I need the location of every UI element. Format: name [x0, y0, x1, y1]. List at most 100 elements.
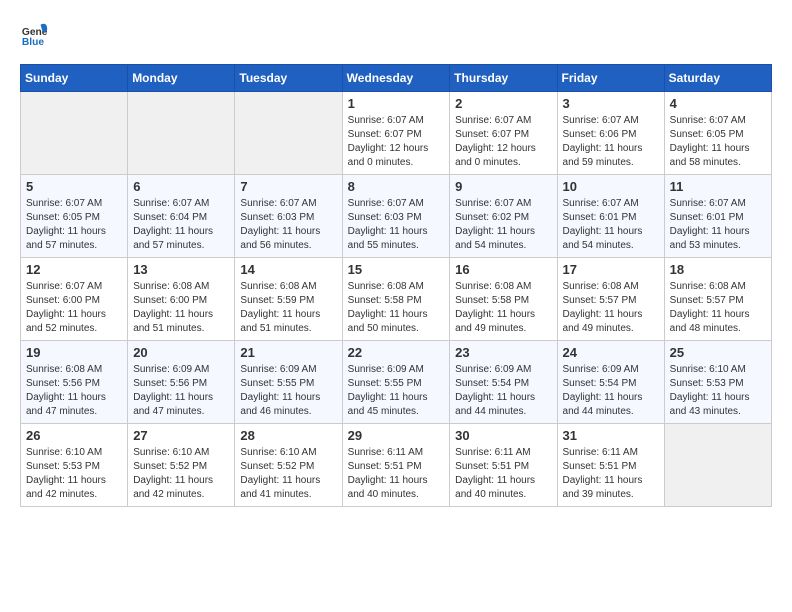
calendar-cell: 8 Sunrise: 6:07 AM Sunset: 6:03 PM Daylig… [342, 175, 450, 258]
calendar-cell [128, 92, 235, 175]
day-info: Sunrise: 6:08 AM Sunset: 5:57 PM Dayligh… [670, 280, 766, 336]
day-number: 16 [455, 262, 551, 277]
day-number: 19 [26, 345, 122, 360]
day-number: 31 [563, 428, 659, 443]
calendar-cell: 25 Sunrise: 6:10 AM Sunset: 5:53 PM Dayli… [664, 341, 771, 424]
day-info: Sunrise: 6:07 AM Sunset: 6:03 PM Dayligh… [348, 197, 445, 253]
calendar-cell: 16 Sunrise: 6:08 AM Sunset: 5:58 PM Dayli… [450, 258, 557, 341]
day-number: 9 [455, 179, 551, 194]
day-number: 8 [348, 179, 445, 194]
calendar-table: SundayMondayTuesdayWednesdayThursdayFrid… [20, 64, 772, 507]
calendar-cell: 6 Sunrise: 6:07 AM Sunset: 6:04 PM Daylig… [128, 175, 235, 258]
day-info: Sunrise: 6:07 AM Sunset: 6:00 PM Dayligh… [26, 280, 122, 336]
calendar-cell: 24 Sunrise: 6:09 AM Sunset: 5:54 PM Dayli… [557, 341, 664, 424]
day-number: 22 [348, 345, 445, 360]
calendar-cell: 18 Sunrise: 6:08 AM Sunset: 5:57 PM Dayli… [664, 258, 771, 341]
day-info: Sunrise: 6:07 AM Sunset: 6:03 PM Dayligh… [240, 197, 336, 253]
weekday-header: Thursday [450, 65, 557, 92]
day-number: 29 [348, 428, 445, 443]
day-info: Sunrise: 6:09 AM Sunset: 5:55 PM Dayligh… [240, 363, 336, 419]
day-number: 4 [670, 96, 766, 111]
day-info: Sunrise: 6:08 AM Sunset: 6:00 PM Dayligh… [133, 280, 229, 336]
calendar-week-row: 19 Sunrise: 6:08 AM Sunset: 5:56 PM Dayli… [21, 341, 772, 424]
calendar-cell: 13 Sunrise: 6:08 AM Sunset: 6:00 PM Dayli… [128, 258, 235, 341]
day-info: Sunrise: 6:09 AM Sunset: 5:55 PM Dayligh… [348, 363, 445, 419]
calendar-cell: 22 Sunrise: 6:09 AM Sunset: 5:55 PM Dayli… [342, 341, 450, 424]
page-header: General Blue [20, 20, 772, 48]
logo-icon: General Blue [20, 20, 48, 48]
logo: General Blue [20, 20, 52, 48]
weekday-header: Monday [128, 65, 235, 92]
day-number: 10 [563, 179, 659, 194]
day-info: Sunrise: 6:07 AM Sunset: 6:06 PM Dayligh… [563, 114, 659, 170]
day-number: 18 [670, 262, 766, 277]
calendar-cell: 26Sunrise: 6:10 AM Sunset: 5:53 PM Dayli… [21, 424, 128, 507]
calendar-cell: 19 Sunrise: 6:08 AM Sunset: 5:56 PM Dayli… [21, 341, 128, 424]
calendar-cell: 12Sunrise: 6:07 AM Sunset: 6:00 PM Dayli… [21, 258, 128, 341]
day-number: 13 [133, 262, 229, 277]
day-number: 1 [348, 96, 445, 111]
calendar-cell: 5Sunrise: 6:07 AM Sunset: 6:05 PM Daylig… [21, 175, 128, 258]
calendar-cell: 20 Sunrise: 6:09 AM Sunset: 5:56 PM Dayli… [128, 341, 235, 424]
day-number: 17 [563, 262, 659, 277]
day-number: 7 [240, 179, 336, 194]
day-number: 27 [133, 428, 229, 443]
day-info: Sunrise: 6:07 AM Sunset: 6:07 PM Dayligh… [455, 114, 551, 170]
calendar-cell: 28 Sunrise: 6:10 AM Sunset: 5:52 PM Dayli… [235, 424, 342, 507]
day-info: Sunrise: 6:07 AM Sunset: 6:04 PM Dayligh… [133, 197, 229, 253]
day-info: Sunrise: 6:10 AM Sunset: 5:53 PM Dayligh… [670, 363, 766, 419]
weekday-header: Friday [557, 65, 664, 92]
day-number: 26 [26, 428, 122, 443]
day-number: 20 [133, 345, 229, 360]
calendar-cell: 3Sunrise: 6:07 AM Sunset: 6:06 PM Daylig… [557, 92, 664, 175]
day-info: Sunrise: 6:08 AM Sunset: 5:58 PM Dayligh… [455, 280, 551, 336]
day-number: 5 [26, 179, 122, 194]
day-info: Sunrise: 6:08 AM Sunset: 5:58 PM Dayligh… [348, 280, 445, 336]
calendar-week-row: 26Sunrise: 6:10 AM Sunset: 5:53 PM Dayli… [21, 424, 772, 507]
calendar-cell: 9 Sunrise: 6:07 AM Sunset: 6:02 PM Daylig… [450, 175, 557, 258]
calendar-cell: 23 Sunrise: 6:09 AM Sunset: 5:54 PM Dayli… [450, 341, 557, 424]
day-info: Sunrise: 6:09 AM Sunset: 5:56 PM Dayligh… [133, 363, 229, 419]
day-number: 11 [670, 179, 766, 194]
calendar-cell [664, 424, 771, 507]
calendar-cell: 29 Sunrise: 6:11 AM Sunset: 5:51 PM Dayli… [342, 424, 450, 507]
day-number: 24 [563, 345, 659, 360]
day-info: Sunrise: 6:07 AM Sunset: 6:02 PM Dayligh… [455, 197, 551, 253]
day-info: Sunrise: 6:08 AM Sunset: 5:57 PM Dayligh… [563, 280, 659, 336]
calendar-cell: 31 Sunrise: 6:11 AM Sunset: 5:51 PM Dayli… [557, 424, 664, 507]
day-info: Sunrise: 6:07 AM Sunset: 6:01 PM Dayligh… [563, 197, 659, 253]
calendar-cell: 4Sunrise: 6:07 AM Sunset: 6:05 PM Daylig… [664, 92, 771, 175]
day-info: Sunrise: 6:07 AM Sunset: 6:01 PM Dayligh… [670, 197, 766, 253]
calendar-cell: 7 Sunrise: 6:07 AM Sunset: 6:03 PM Daylig… [235, 175, 342, 258]
day-info: Sunrise: 6:11 AM Sunset: 5:51 PM Dayligh… [563, 446, 659, 502]
calendar-cell: 2Sunrise: 6:07 AM Sunset: 6:07 PM Daylig… [450, 92, 557, 175]
calendar-cell: 15Sunrise: 6:08 AM Sunset: 5:58 PM Dayli… [342, 258, 450, 341]
calendar-header-row: SundayMondayTuesdayWednesdayThursdayFrid… [21, 65, 772, 92]
calendar-cell [21, 92, 128, 175]
day-info: Sunrise: 6:07 AM Sunset: 6:07 PM Dayligh… [348, 114, 445, 170]
calendar-week-row: 1 Sunrise: 6:07 AM Sunset: 6:07 PM Daylig… [21, 92, 772, 175]
day-info: Sunrise: 6:08 AM Sunset: 5:59 PM Dayligh… [240, 280, 336, 336]
day-info: Sunrise: 6:11 AM Sunset: 5:51 PM Dayligh… [455, 446, 551, 502]
calendar-cell: 30Sunrise: 6:11 AM Sunset: 5:51 PM Dayli… [450, 424, 557, 507]
day-number: 6 [133, 179, 229, 194]
weekday-header: Saturday [664, 65, 771, 92]
weekday-header: Tuesday [235, 65, 342, 92]
day-number: 21 [240, 345, 336, 360]
day-info: Sunrise: 6:10 AM Sunset: 5:52 PM Dayligh… [240, 446, 336, 502]
calendar-cell: 10 Sunrise: 6:07 AM Sunset: 6:01 PM Dayli… [557, 175, 664, 258]
day-number: 28 [240, 428, 336, 443]
calendar-week-row: 5Sunrise: 6:07 AM Sunset: 6:05 PM Daylig… [21, 175, 772, 258]
day-info: Sunrise: 6:10 AM Sunset: 5:52 PM Dayligh… [133, 446, 229, 502]
weekday-header: Wednesday [342, 65, 450, 92]
day-info: Sunrise: 6:11 AM Sunset: 5:51 PM Dayligh… [348, 446, 445, 502]
calendar-week-row: 12Sunrise: 6:07 AM Sunset: 6:00 PM Dayli… [21, 258, 772, 341]
day-info: Sunrise: 6:09 AM Sunset: 5:54 PM Dayligh… [563, 363, 659, 419]
svg-text:Blue: Blue [22, 37, 45, 48]
calendar-cell [235, 92, 342, 175]
day-number: 25 [670, 345, 766, 360]
calendar-cell: 27 Sunrise: 6:10 AM Sunset: 5:52 PM Dayli… [128, 424, 235, 507]
day-info: Sunrise: 6:09 AM Sunset: 5:54 PM Dayligh… [455, 363, 551, 419]
day-number: 23 [455, 345, 551, 360]
day-info: Sunrise: 6:08 AM Sunset: 5:56 PM Dayligh… [26, 363, 122, 419]
